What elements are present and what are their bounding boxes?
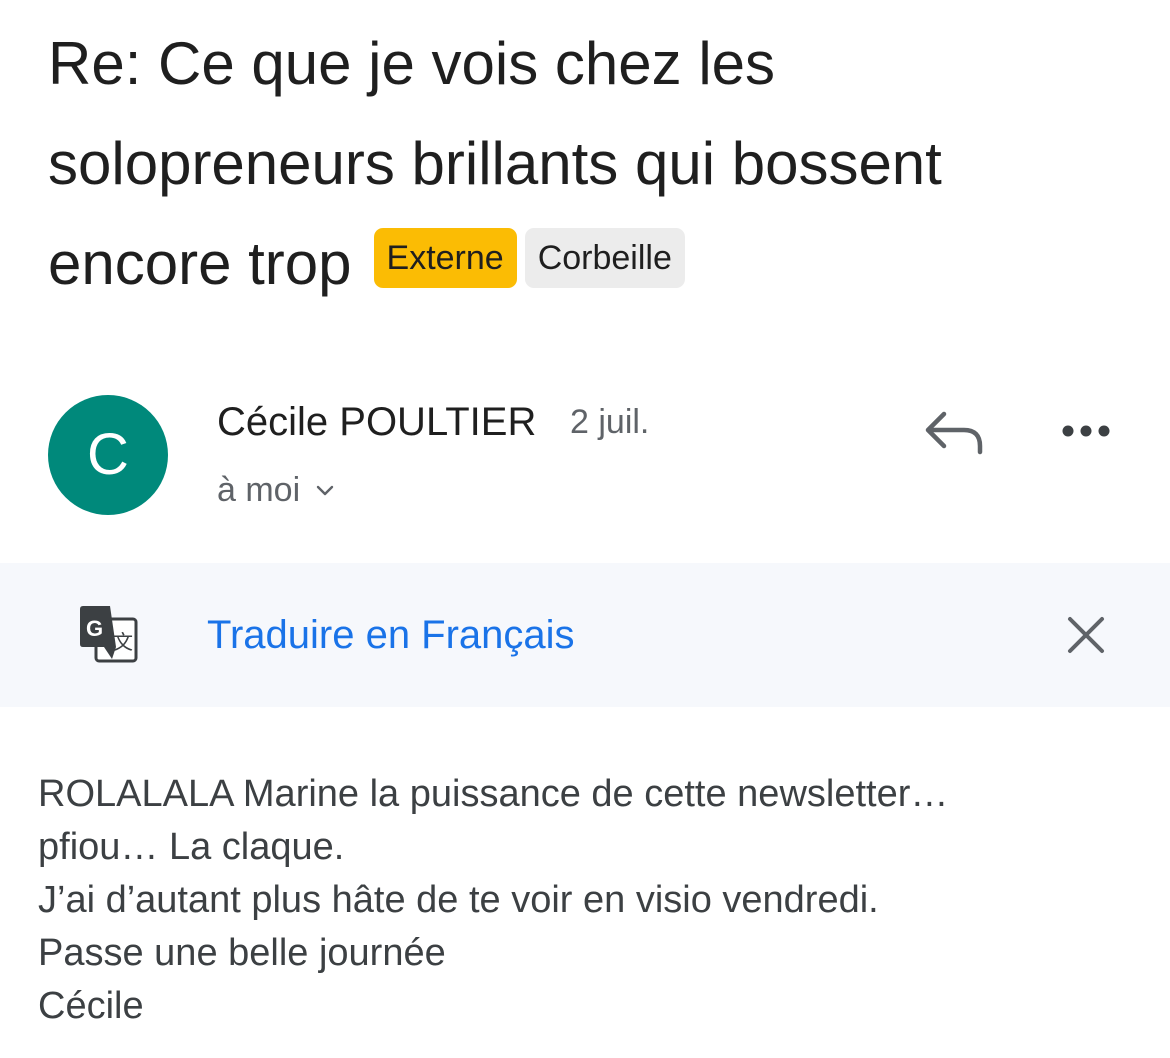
label-externe[interactable]: Externe	[373, 228, 517, 289]
translate-link[interactable]: Traduire en Français	[207, 611, 575, 659]
google-translate-icon: G 文	[80, 606, 138, 663]
signature: Cécile	[38, 985, 144, 1027]
svg-text:G: G	[86, 616, 103, 641]
reply-icon[interactable]	[920, 402, 990, 462]
close-icon[interactable]	[1058, 607, 1114, 663]
label-corbeille[interactable]: Corbeille	[524, 228, 685, 289]
more-horizontal-icon[interactable]	[1050, 405, 1122, 457]
body-line: pfiou… La claque.	[38, 826, 345, 868]
recipient-toggle[interactable]: à moi	[217, 470, 336, 510]
svg-text:文: 文	[113, 630, 133, 654]
body-line: ROLALALA Marine la puissance de cette ne…	[38, 773, 949, 815]
body-line: Passe une belle journée	[38, 932, 446, 974]
email-view: Re: Ce que je vois chez les solopreneurs…	[0, 0, 1170, 1058]
recipient-label: à moi	[217, 471, 301, 509]
chevron-down-icon	[316, 485, 334, 496]
email-body: ROLALALA Marine la puissance de cette ne…	[38, 768, 1138, 1033]
avatar[interactable]: C	[48, 395, 168, 515]
sent-date: 2 juil.	[570, 403, 650, 441]
translate-banner: G 文 Traduire en Français	[0, 563, 1170, 707]
sender-name[interactable]: Cécile POULTIER	[217, 398, 536, 446]
email-subject: Re: Ce que je vois chez les solopreneurs…	[48, 12, 1128, 312]
body-line: J’ai d’autant plus hâte de te voir en vi…	[38, 879, 879, 921]
